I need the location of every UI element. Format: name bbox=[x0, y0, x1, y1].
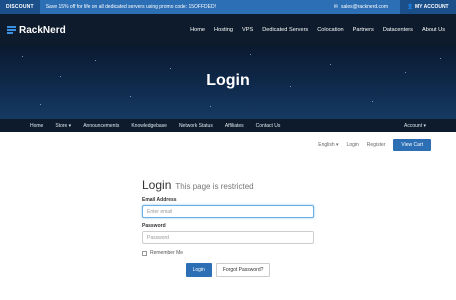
email-label: Email Address bbox=[142, 197, 177, 203]
promo-bar: DISCOUNT Save 15% off for life on all de… bbox=[0, 0, 456, 14]
nav-home[interactable]: Home bbox=[190, 27, 205, 33]
logo[interactable]: RackNerd bbox=[0, 25, 66, 36]
subnav-home[interactable]: Home bbox=[30, 123, 43, 129]
register-link[interactable]: Register bbox=[367, 142, 386, 148]
subnav-store[interactable]: Store ▾ bbox=[55, 123, 71, 129]
login-form: Login This page is restricted Email Addr… bbox=[142, 178, 314, 277]
subnav-knowledgebase[interactable]: Knowledgebase bbox=[131, 123, 167, 129]
nav-colocation[interactable]: Colocation bbox=[317, 27, 343, 33]
logo-icon bbox=[7, 26, 16, 34]
subnav-account[interactable]: Account ▾ bbox=[404, 123, 456, 129]
login-subtitle: This page is restricted bbox=[175, 182, 254, 191]
remember-label: Remember Me bbox=[150, 250, 184, 256]
nav-vps[interactable]: VPS bbox=[242, 27, 253, 33]
user-icon: 👤 bbox=[407, 4, 415, 10]
brand-name: RackNerd bbox=[19, 24, 66, 36]
main-nav: Home Hosting VPS Dedicated Servers Coloc… bbox=[190, 27, 456, 33]
login-title: Login bbox=[142, 178, 172, 192]
utility-bar: English ▾ Login Register View Cart bbox=[318, 139, 431, 151]
promo-message: Save 15% off for life on all dedicated s… bbox=[45, 4, 216, 10]
sales-email-link[interactable]: ✉ sales@racknerd.com bbox=[334, 4, 400, 10]
nav-hosting[interactable]: Hosting bbox=[214, 27, 233, 33]
subnav-affiliates[interactable]: Affiliates bbox=[225, 123, 244, 129]
login-button[interactable]: Login bbox=[185, 263, 212, 277]
nav-dedicated-servers[interactable]: Dedicated Servers bbox=[262, 27, 308, 33]
nav-partners[interactable]: Partners bbox=[353, 27, 374, 33]
my-account-label: MY ACCOUNT bbox=[415, 4, 449, 10]
password-label: Password bbox=[142, 223, 166, 229]
page-title: Login bbox=[206, 72, 250, 89]
email-field[interactable]: Enter email bbox=[142, 205, 314, 218]
mail-icon: ✉ bbox=[333, 4, 338, 10]
forgot-password-button[interactable]: Forgot Password? bbox=[215, 263, 271, 277]
view-cart-button[interactable]: View Cart bbox=[393, 139, 431, 151]
login-heading: Login This page is restricted bbox=[142, 178, 314, 192]
client-nav: Home Store ▾ Announcements Knowledgebase… bbox=[0, 119, 456, 132]
my-account-button[interactable]: 👤 MY ACCOUNT bbox=[400, 0, 456, 14]
nav-about-us[interactable]: About Us bbox=[422, 27, 445, 33]
subnav-network-status[interactable]: Network Status bbox=[179, 123, 213, 129]
nav-datacenters[interactable]: Datacenters bbox=[383, 27, 413, 33]
subnav-contact-us[interactable]: Contact Us bbox=[256, 123, 281, 129]
password-field[interactable]: Password bbox=[142, 231, 314, 244]
remember-checkbox[interactable] bbox=[142, 250, 147, 256]
form-actions: Login Forgot Password? bbox=[142, 263, 314, 277]
hero-banner: Login bbox=[0, 46, 456, 119]
subnav-announcements[interactable]: Announcements bbox=[83, 123, 119, 129]
main-header: RackNerd Home Hosting VPS Dedicated Serv… bbox=[0, 14, 456, 46]
login-link[interactable]: Login bbox=[347, 142, 359, 148]
discount-tag: DISCOUNT bbox=[0, 0, 40, 14]
remember-me[interactable]: Remember Me bbox=[142, 250, 314, 256]
language-select[interactable]: English ▾ bbox=[318, 142, 338, 148]
sales-email: sales@racknerd.com bbox=[340, 4, 388, 10]
